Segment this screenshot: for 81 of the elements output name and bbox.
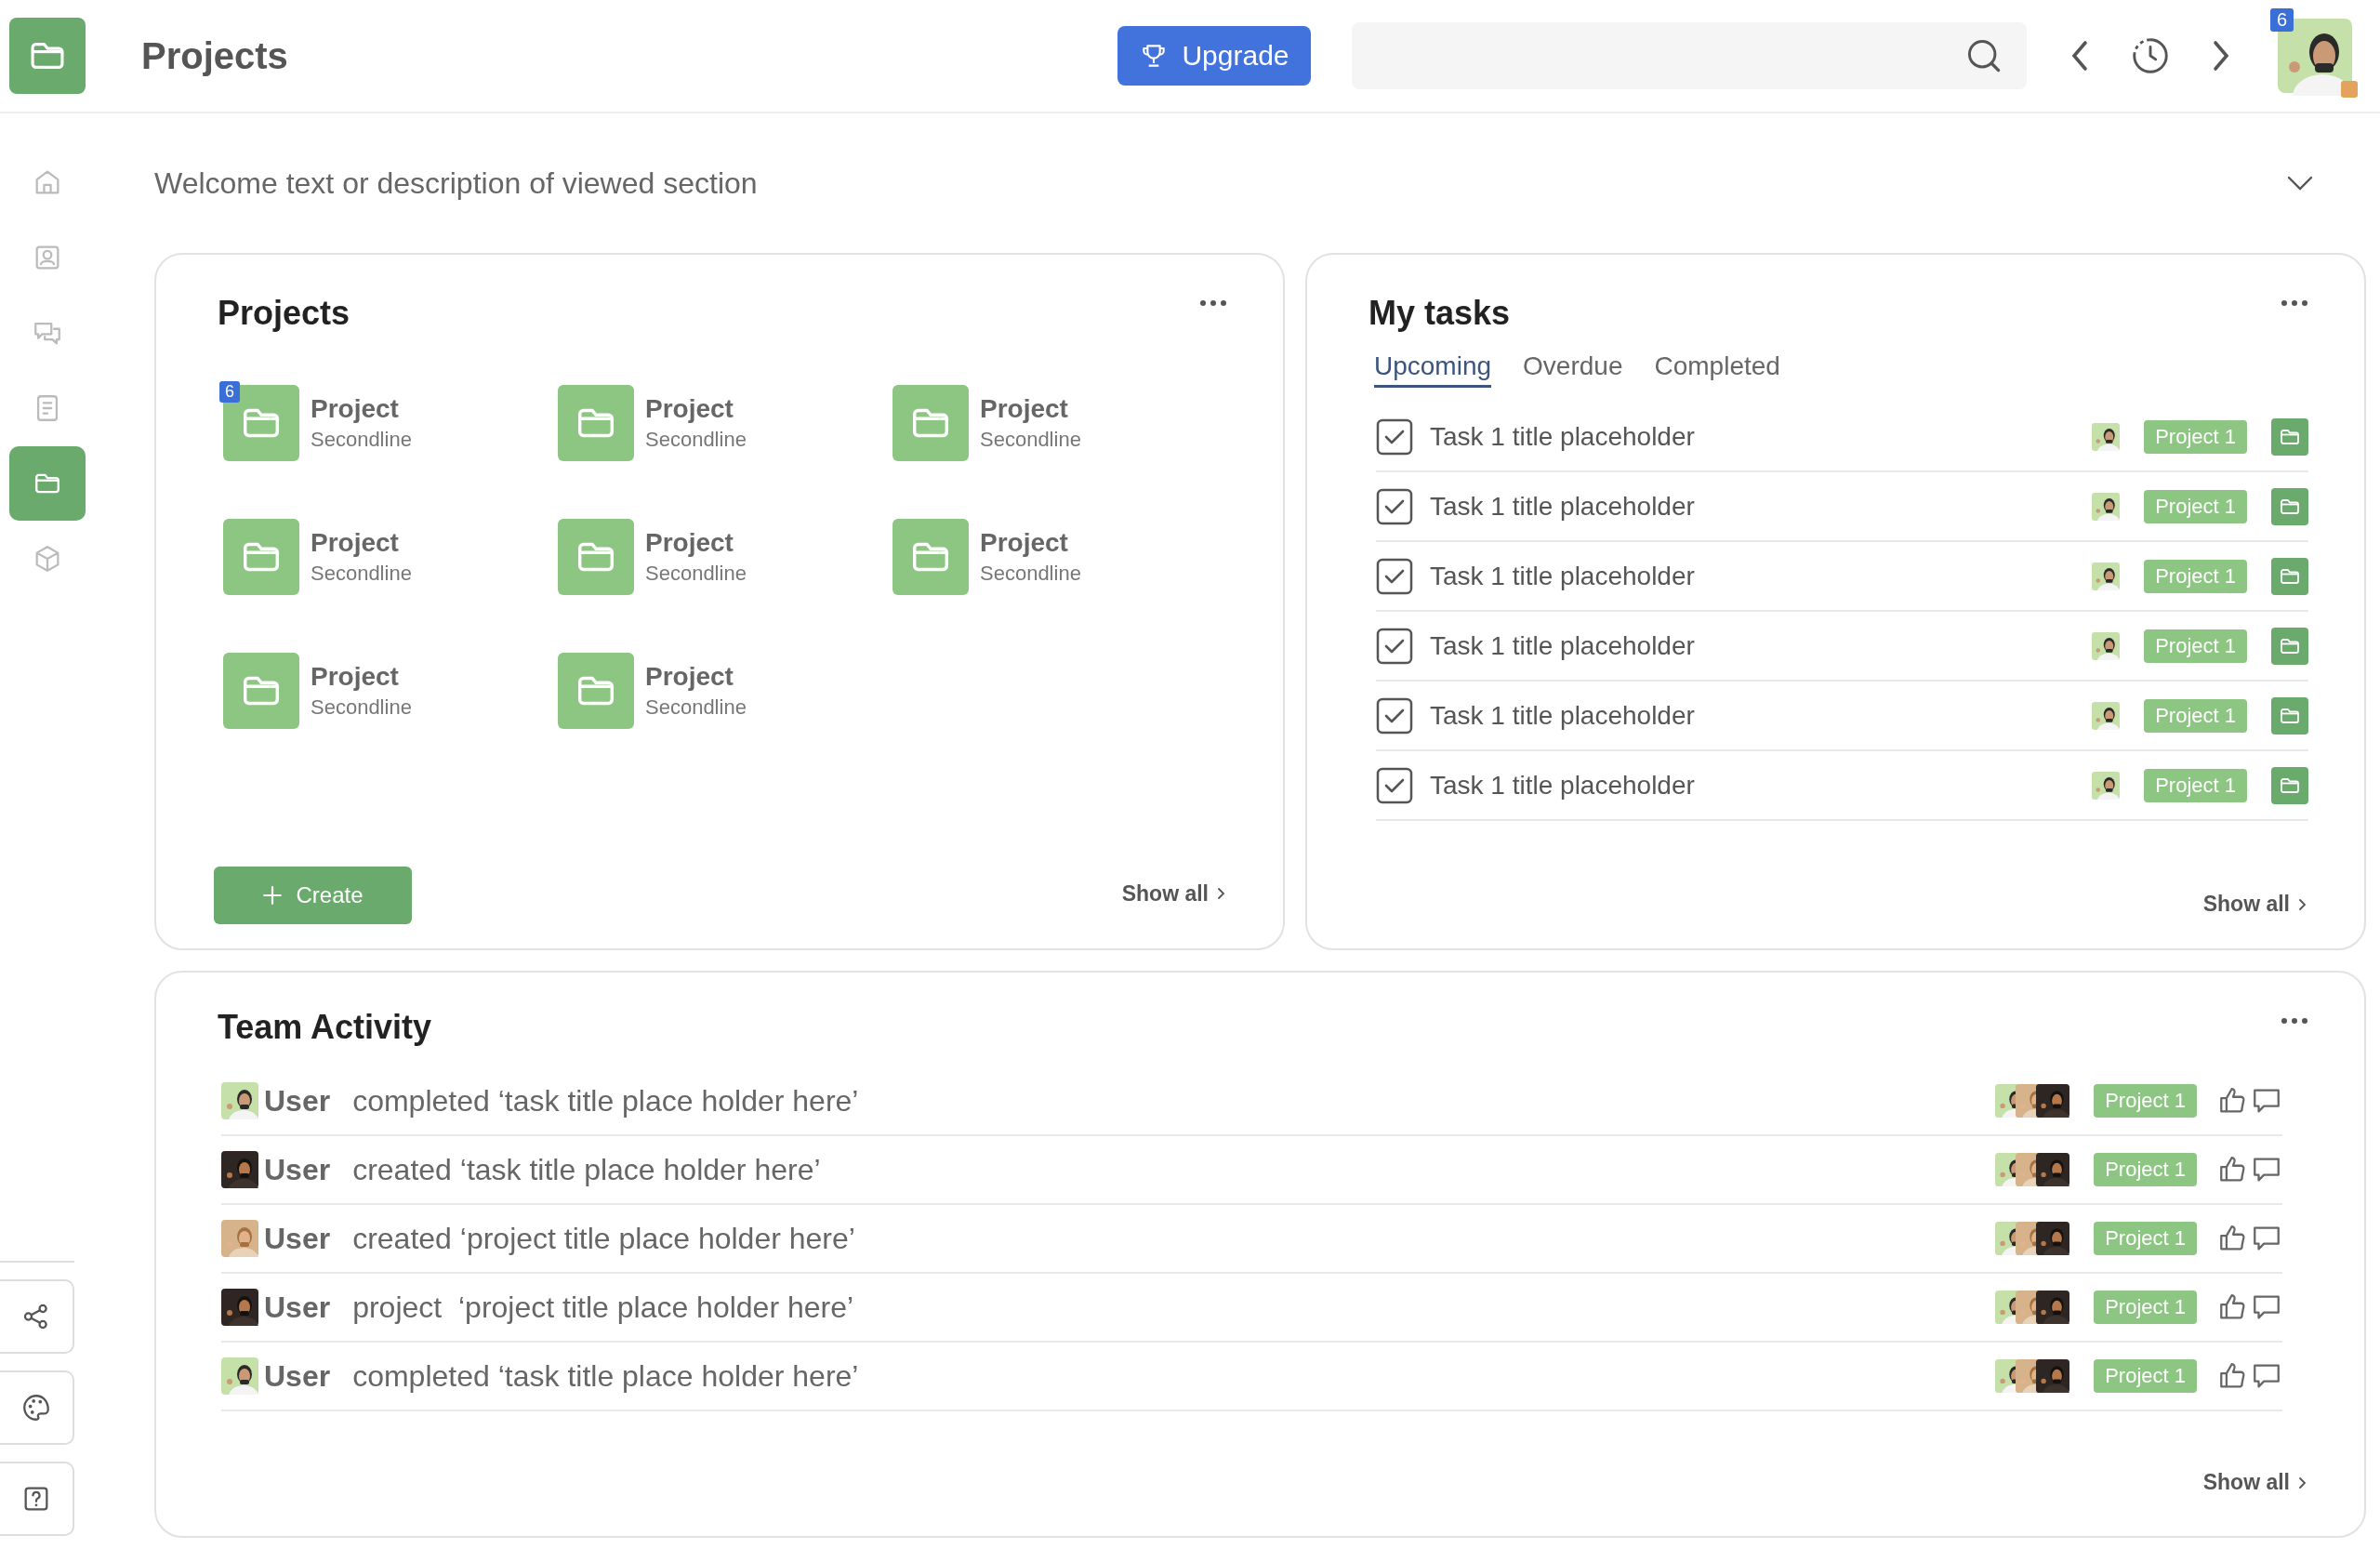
project-name[interactable]: Project	[645, 394, 747, 424]
project-name[interactable]: Project	[980, 528, 1081, 558]
user-name[interactable]: User	[264, 1358, 331, 1394]
upgrade-button[interactable]: Upgrade	[1117, 26, 1311, 86]
checkbox[interactable]	[1376, 417, 1413, 456]
notification-badge: 6	[2270, 8, 2294, 32]
project-tile[interactable]	[223, 653, 299, 729]
card-title: Projects	[218, 294, 350, 333]
card-title: My tasks	[1368, 294, 1511, 333]
project-name[interactable]: Project	[311, 662, 412, 692]
app-logo[interactable]	[9, 18, 86, 94]
project-tile[interactable]	[892, 385, 969, 461]
more-icon[interactable]	[2281, 299, 2308, 307]
tool-button[interactable]	[0, 1370, 74, 1445]
project-subtitle: Secondline	[311, 428, 412, 452]
checkbox[interactable]	[1376, 487, 1413, 525]
activity-text: created ‘project title place holder here’	[352, 1221, 856, 1256]
project-subtitle: Secondline	[645, 428, 747, 452]
sidebar-item[interactable]	[9, 446, 86, 521]
chevron-right-icon	[2297, 1475, 2307, 1490]
folder-button[interactable]	[2271, 557, 2308, 595]
activity-text: completed ‘task title place holder here’	[352, 1358, 860, 1394]
project-tile[interactable]	[223, 519, 299, 595]
checkbox[interactable]	[1376, 627, 1413, 665]
project-tile[interactable]	[558, 519, 634, 595]
show-all-link[interactable]: Show all	[2202, 1470, 2307, 1495]
task-title: Task 1 title placeholder	[1430, 770, 1696, 801]
tool-button[interactable]	[0, 1279, 74, 1354]
user-name[interactable]: User	[264, 1290, 331, 1325]
checkbox[interactable]	[1376, 696, 1413, 735]
project-name[interactable]: Project	[980, 394, 1081, 424]
welcome-text: Welcome text or description of viewed section	[154, 165, 758, 201]
folder-button[interactable]	[2271, 696, 2308, 735]
task-title: Task 1 title placeholder	[1430, 491, 1696, 522]
chevron-right-icon	[1216, 886, 1225, 901]
project-subtitle: Secondline	[311, 695, 412, 720]
tab[interactable]: Upcoming	[1374, 351, 1492, 388]
show-all-link[interactable]: Show all	[1121, 880, 1225, 907]
folder-button[interactable]	[2271, 627, 2308, 665]
project-tile[interactable]	[558, 385, 634, 461]
more-icon[interactable]	[2281, 1017, 2308, 1025]
project-subtitle: Secondline	[980, 562, 1081, 586]
project-subtitle: Secondline	[980, 428, 1081, 452]
activity-text: completed ‘task title place holder here’	[352, 1083, 860, 1119]
task-title: Task 1 title placeholder	[1430, 700, 1696, 731]
folder-button[interactable]	[2271, 487, 2308, 525]
activity-text: created ‘task title place holder here’	[352, 1152, 822, 1187]
task-title: Task 1 title placeholder	[1430, 421, 1696, 452]
user-name[interactable]: User	[264, 1152, 331, 1187]
activity-text: project ‘project title place holder here’	[352, 1290, 855, 1325]
tool-button[interactable]	[0, 1462, 74, 1536]
project-subtitle: Secondline	[311, 562, 412, 586]
show-all-link[interactable]: Show all	[2202, 892, 2307, 917]
card-title: Team Activity	[218, 1008, 432, 1047]
user-name[interactable]: User	[264, 1221, 331, 1256]
more-icon[interactable]	[1199, 299, 1227, 307]
project-subtitle: Secondline	[645, 695, 747, 720]
task-title: Task 1 title placeholder	[1430, 630, 1696, 661]
tab[interactable]: Completed	[1654, 351, 1780, 388]
chevron-down-icon[interactable]	[2285, 174, 2315, 192]
project-tile[interactable]	[558, 653, 634, 729]
chevron-right-icon	[2297, 896, 2307, 912]
page-title: Projects	[141, 34, 289, 77]
palette-icon	[20, 1392, 52, 1423]
project-subtitle: Secondline	[645, 562, 747, 586]
project-name[interactable]: Project	[311, 528, 412, 558]
project-tile[interactable]	[892, 519, 969, 595]
project-name[interactable]: Project	[311, 394, 412, 424]
checkbox[interactable]	[1376, 557, 1413, 595]
plus-icon	[262, 885, 284, 906]
project-name[interactable]: Project	[645, 528, 747, 558]
project-name[interactable]: Project	[645, 662, 747, 692]
search-field[interactable]	[1352, 22, 2027, 89]
status-indicator	[2341, 81, 2358, 98]
folder-button[interactable]	[2271, 417, 2308, 456]
folder-button[interactable]	[2271, 766, 2308, 804]
user-name[interactable]: User	[264, 1083, 331, 1119]
checkbox[interactable]	[1376, 766, 1413, 804]
task-title: Task 1 title placeholder	[1430, 561, 1696, 591]
tab[interactable]: Overdue	[1523, 351, 1623, 388]
count-badge: 6	[219, 381, 240, 403]
